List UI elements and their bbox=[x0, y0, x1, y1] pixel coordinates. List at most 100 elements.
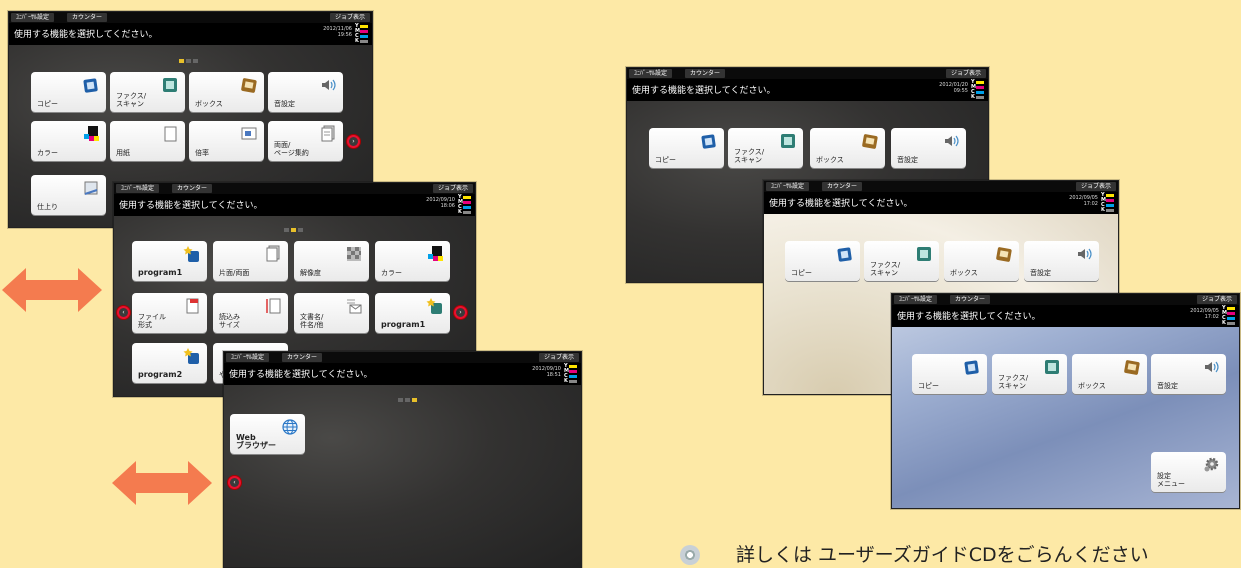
universal-settings-button[interactable]: ﾕﾆﾊﾞｰｻﾙ設定 bbox=[226, 353, 270, 362]
job-list-button[interactable]: ジョブ表示 bbox=[538, 353, 579, 362]
fax-scan-tile[interactable]: ファクス/ スキャン bbox=[864, 241, 939, 281]
counter-button[interactable]: カウンター bbox=[172, 184, 213, 193]
previous-page-button[interactable]: ‹ bbox=[228, 476, 241, 489]
toner-level-indicator: Y M C K bbox=[1222, 306, 1236, 326]
zoom-tile[interactable]: 倍率 bbox=[189, 121, 264, 161]
fax-scan-tile[interactable]: ファクス/ スキャン bbox=[110, 72, 185, 112]
counter-button[interactable]: カウンター bbox=[822, 182, 863, 191]
tile-label: 音設定 bbox=[1157, 382, 1178, 390]
finishing-icon bbox=[84, 181, 98, 195]
program2-tile[interactable]: program2 bbox=[132, 343, 207, 383]
tile-label: 読込み サイズ bbox=[219, 313, 240, 329]
universal-settings-button[interactable]: ﾕﾆﾊﾞｰｻﾙ設定 bbox=[766, 182, 810, 191]
message-bar: 使用する機能を選択してください。 2012/09/10 18:06 Y M C … bbox=[114, 194, 475, 216]
message-bar: 使用する機能を選択してください。 2012/09/05 17:02 Y M C … bbox=[764, 192, 1118, 214]
scan-size-tile[interactable]: 読込み サイズ bbox=[213, 293, 288, 333]
counter-button[interactable]: カウンター bbox=[685, 69, 726, 78]
counter-button[interactable]: カウンター bbox=[67, 13, 108, 22]
job-list-button[interactable]: ジョブ表示 bbox=[945, 69, 986, 78]
settings-menu-tile[interactable]: 設定 メニュー bbox=[1151, 452, 1226, 492]
copy-tile[interactable]: コピー bbox=[912, 354, 987, 394]
datetime: 2012/09/05 17:02 bbox=[1190, 308, 1219, 320]
toner-level-indicator: Y M C K bbox=[971, 80, 985, 100]
program1-tile[interactable]: program1 bbox=[132, 241, 207, 281]
color-icon bbox=[428, 246, 443, 261]
top-bar: ﾕﾆﾊﾞｰｻﾙ設定 カウンター ジョブ表示 bbox=[224, 352, 581, 363]
counter-button[interactable]: カウンター bbox=[950, 295, 991, 304]
box-tile[interactable]: ボックス bbox=[810, 128, 885, 168]
pdf-file-icon bbox=[186, 298, 199, 314]
speaker-icon bbox=[945, 135, 959, 147]
next-page-button[interactable]: › bbox=[454, 306, 467, 319]
copy-tile[interactable]: コピー bbox=[785, 241, 860, 281]
universal-settings-button[interactable]: ﾕﾆﾊﾞｰｻﾙ設定 bbox=[629, 69, 673, 78]
sound-settings-tile[interactable]: 音設定 bbox=[268, 72, 343, 112]
instruction-message: 使用する機能を選択してください。 bbox=[769, 199, 913, 209]
tile-label: ファクス/ スキャン bbox=[734, 148, 765, 164]
top-bar: ﾕﾆﾊﾞｰｻﾙ設定 カウンター ジョブ表示 bbox=[114, 183, 475, 194]
resolution-tile[interactable]: 解像度 bbox=[294, 241, 369, 281]
box-tile[interactable]: ボックス bbox=[944, 241, 1019, 281]
scan-size-icon bbox=[266, 298, 281, 314]
fax-scan-icon bbox=[917, 247, 931, 261]
web-browser-tile[interactable]: Web ブラウザー bbox=[230, 414, 305, 454]
cd-icon bbox=[680, 545, 700, 565]
tile-label: ボックス bbox=[195, 100, 223, 108]
duplex-icon bbox=[266, 245, 280, 262]
copy-icon bbox=[964, 360, 979, 375]
instruction-message: 使用する機能を選択してください。 bbox=[229, 370, 373, 380]
program-star-icon bbox=[183, 348, 199, 364]
box-tile[interactable]: ボックス bbox=[1072, 354, 1147, 394]
tile-label: 音設定 bbox=[897, 156, 918, 164]
copy-tile[interactable]: コピー bbox=[31, 72, 106, 112]
universal-settings-button[interactable]: ﾕﾆﾊﾞｰｻﾙ設定 bbox=[11, 13, 55, 22]
box-tile[interactable]: ボックス bbox=[189, 72, 264, 112]
message-bar: 使用する機能を選択してください。 2012/09/05 17:02 Y M C … bbox=[892, 305, 1239, 327]
tile-label: 用紙 bbox=[116, 149, 130, 157]
paper-tile[interactable]: 用紙 bbox=[110, 121, 185, 161]
chevron-right-icon: › bbox=[456, 308, 465, 317]
tile-label: ボックス bbox=[950, 269, 978, 277]
duplex-combine-tile[interactable]: 両面/ ページ集約 bbox=[268, 121, 343, 161]
previous-page-button[interactable]: ‹ bbox=[117, 306, 130, 319]
sound-settings-tile[interactable]: 音設定 bbox=[1024, 241, 1099, 281]
copy-tile[interactable]: コピー bbox=[649, 128, 724, 168]
sound-settings-tile[interactable]: 音設定 bbox=[891, 128, 966, 168]
universal-settings-button[interactable]: ﾕﾆﾊﾞｰｻﾙ設定 bbox=[116, 184, 160, 193]
job-list-button[interactable]: ジョブ表示 bbox=[329, 13, 370, 22]
instruction-message: 使用する機能を選択してください。 bbox=[632, 86, 776, 96]
speaker-icon bbox=[1078, 248, 1092, 260]
gear-icon bbox=[1204, 457, 1219, 472]
finishing-tile[interactable]: 仕上り bbox=[31, 175, 106, 215]
duplex-icon bbox=[321, 125, 335, 142]
document-name-tile[interactable]: 文書名/ 件名/他 bbox=[294, 293, 369, 333]
sound-settings-tile[interactable]: 音設定 bbox=[1151, 354, 1226, 394]
top-bar: ﾕﾆﾊﾞｰｻﾙ設定 カウンター ジョブ表示 bbox=[627, 68, 988, 79]
counter-button[interactable]: カウンター bbox=[282, 353, 323, 362]
color-tile[interactable]: カラー bbox=[31, 121, 106, 161]
tile-label: 音設定 bbox=[1030, 269, 1051, 277]
universal-settings-button[interactable]: ﾕﾆﾊﾞｰｻﾙ設定 bbox=[894, 295, 938, 304]
message-bar: 使用する機能を選択してください。 2012/01/20 09:55 Y M C … bbox=[627, 79, 988, 101]
box-icon bbox=[862, 134, 878, 149]
next-page-button[interactable]: › bbox=[347, 135, 360, 148]
copy-icon bbox=[83, 78, 98, 93]
job-list-button[interactable]: ジョブ表示 bbox=[432, 184, 473, 193]
job-list-button[interactable]: ジョブ表示 bbox=[1196, 295, 1237, 304]
file-type-tile[interactable]: ファイル 形式 bbox=[132, 293, 207, 333]
color-icon bbox=[84, 126, 99, 141]
page-indicator bbox=[398, 398, 417, 402]
copy-icon bbox=[837, 247, 852, 262]
instruction-message: 使用する機能を選択してください。 bbox=[897, 312, 1041, 322]
tile-label: コピー bbox=[655, 156, 676, 164]
program1-tile-2[interactable]: program1 bbox=[375, 293, 450, 333]
instruction-message: 使用する機能を選択してください。 bbox=[119, 201, 263, 211]
job-list-button[interactable]: ジョブ表示 bbox=[1075, 182, 1116, 191]
color-tile[interactable]: カラー bbox=[375, 241, 450, 281]
speaker-icon bbox=[1205, 361, 1219, 373]
fax-scan-tile[interactable]: ファクス/ スキャン bbox=[728, 128, 803, 168]
tile-label: ボックス bbox=[1078, 382, 1106, 390]
page-indicator bbox=[284, 228, 303, 232]
simplex-duplex-tile[interactable]: 片面/両面 bbox=[213, 241, 288, 281]
fax-scan-tile[interactable]: ファクス/ スキャン bbox=[992, 354, 1067, 394]
